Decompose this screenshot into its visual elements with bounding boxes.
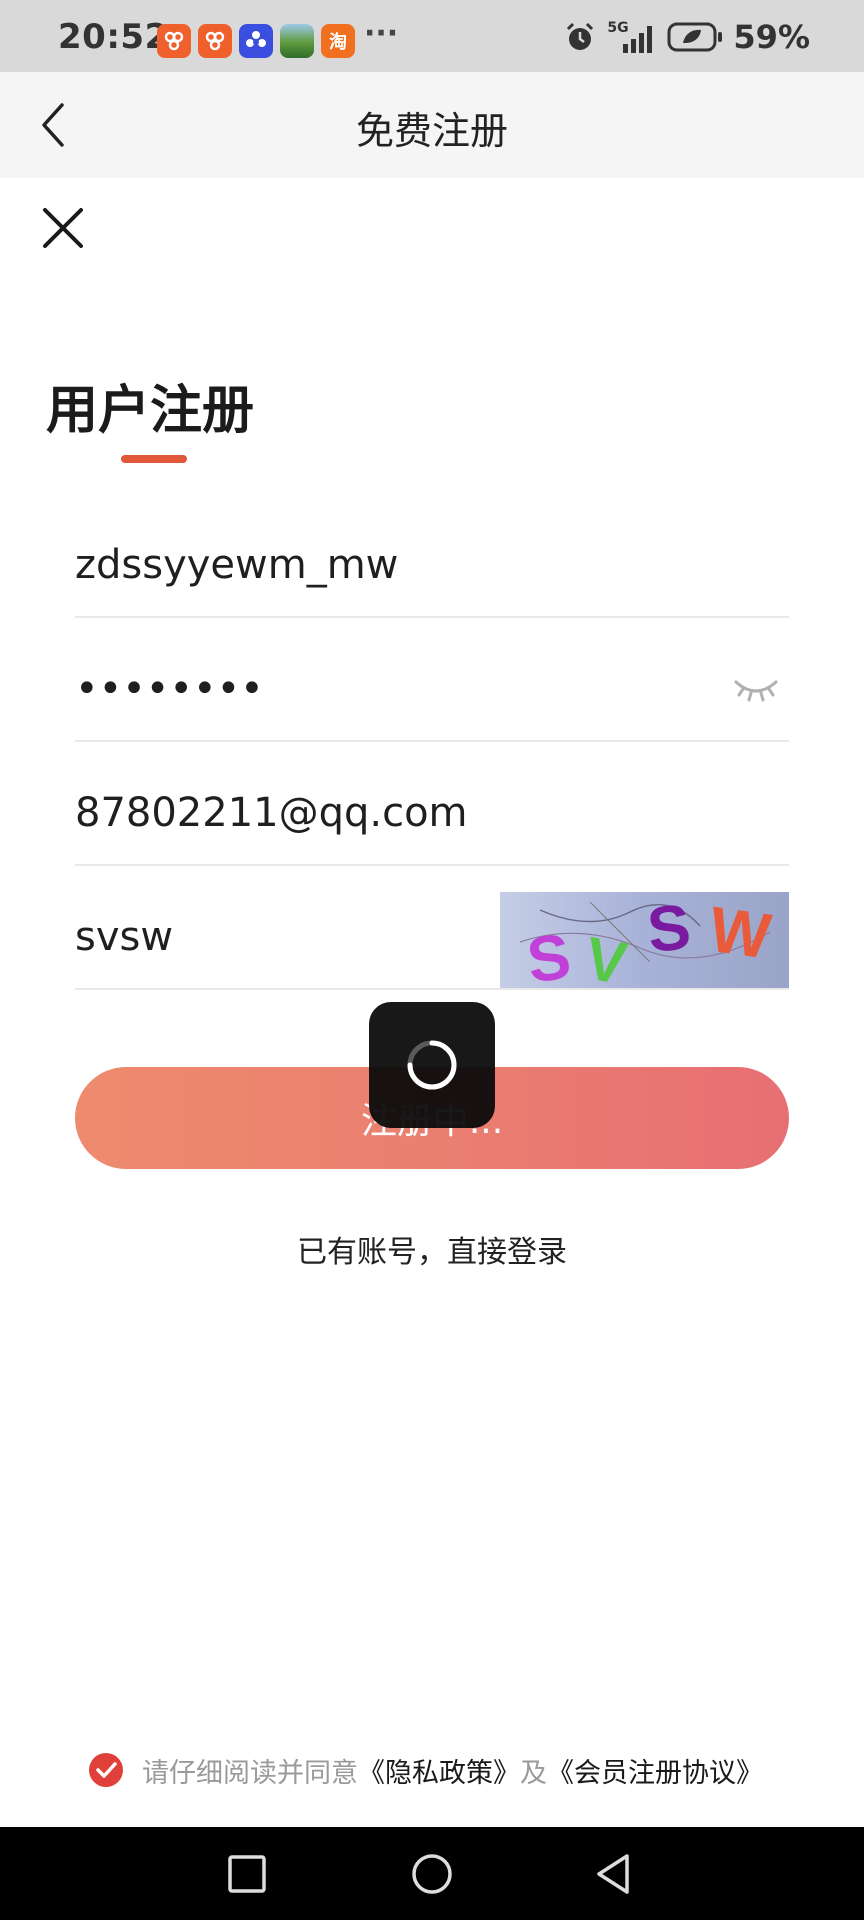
username-input[interactable]: zdssyyewm_mw (75, 542, 398, 588)
close-icon[interactable] (40, 205, 86, 251)
status-right: 5G 59% (563, 18, 810, 56)
signal-icon: 5G (607, 20, 657, 54)
captcha-char-3: S (644, 892, 694, 966)
more-notifications-icon: ··· (364, 16, 399, 51)
agreement-and: 及 (520, 1757, 547, 1789)
home-icon[interactable] (409, 1851, 455, 1897)
eye-closed-icon[interactable] (733, 674, 779, 704)
captcha-field[interactable]: svsw S V S W (75, 866, 789, 990)
status-bar: 20:52 淘 ··· 5G 59% (0, 0, 864, 72)
captcha-input[interactable]: svsw (75, 914, 173, 960)
heading-underline (121, 455, 187, 463)
app-icon-3 (239, 24, 273, 58)
form-heading: 用户注册 (46, 381, 255, 441)
checkbox-checked-icon[interactable] (88, 1752, 124, 1788)
agreement-row: 请仔细阅读并同意 《隐私政策》 及 《会员注册协议》 (88, 1750, 763, 1790)
battery-icon (667, 22, 723, 52)
member-agreement-link[interactable]: 《会员注册协议》 (547, 1751, 763, 1790)
login-link[interactable]: 已有账号，直接登录 (0, 1227, 864, 1271)
recent-apps-icon[interactable] (224, 1851, 270, 1897)
email-input[interactable]: 87802211@qq.com (75, 790, 468, 836)
notification-app-icons: 淘 (157, 24, 355, 58)
battery-percent: 59% (733, 18, 810, 56)
email-field[interactable]: 87802211@qq.com (75, 742, 789, 866)
loading-overlay (369, 1002, 495, 1128)
alarm-icon (567, 22, 594, 50)
loading-spinner-icon (407, 1040, 457, 1090)
agreement-prefix: 请仔细阅读并同意 (142, 1757, 358, 1789)
captcha-image[interactable]: S V S W (500, 892, 789, 988)
password-field[interactable]: •••••••• (75, 618, 789, 742)
app-icon-5: 淘 (321, 24, 355, 58)
app-icon-1 (157, 24, 191, 58)
system-nav-bar (0, 1827, 864, 1920)
status-time: 20:52 (58, 17, 169, 57)
privacy-policy-link[interactable]: 《隐私政策》 (358, 1751, 520, 1790)
captcha-char-4: W (705, 893, 775, 973)
username-field[interactable]: zdssyyewm_mw (75, 494, 789, 618)
nav-header: 免费注册 (0, 72, 864, 178)
system-back-icon[interactable] (591, 1851, 637, 1897)
page-header-title: 免费注册 (355, 109, 508, 153)
password-input[interactable]: •••••••• (75, 666, 264, 712)
app-icon-2 (198, 24, 232, 58)
app-icon-4 (280, 24, 314, 58)
